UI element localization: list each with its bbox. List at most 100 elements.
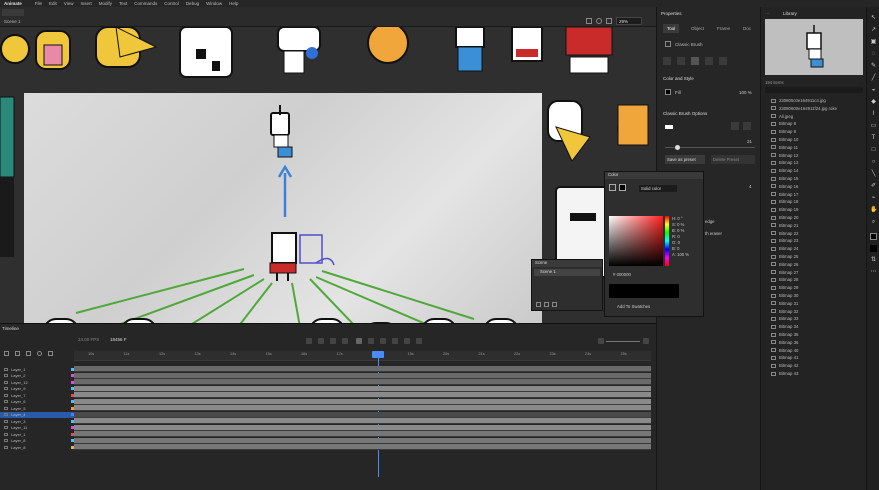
play-icon[interactable] <box>416 338 422 344</box>
menu-window[interactable]: Window <box>206 1 222 6</box>
library-item[interactable]: Bitmap 34 <box>771 323 865 330</box>
scene-label[interactable]: Scene 1 <box>4 19 21 24</box>
text-tool-icon[interactable]: T <box>870 135 877 142</box>
frame-row[interactable] <box>74 366 651 373</box>
library-item[interactable]: Bitmap 20 <box>771 214 865 221</box>
current-frame[interactable]: 18456 <box>110 337 123 342</box>
library-item[interactable]: Bitmap 19 <box>771 206 865 213</box>
library-item[interactable]: Bitmap 9 <box>771 128 865 135</box>
size-value[interactable]: 31 <box>747 139 752 144</box>
fill-swatch[interactable] <box>665 89 671 95</box>
subselection-tool-icon[interactable]: ↗ <box>870 27 877 34</box>
clip-icon[interactable] <box>586 18 592 24</box>
tab-tool[interactable]: Tool <box>663 24 680 33</box>
option-value[interactable]: 4 <box>749 184 752 189</box>
fill-color-swatch[interactable] <box>619 184 626 191</box>
new-folder-icon[interactable] <box>15 351 20 356</box>
zoom-in-timeline-icon[interactable] <box>643 338 649 344</box>
frame-row[interactable] <box>74 385 651 392</box>
library-item[interactable]: Bitmap 43 <box>771 370 865 377</box>
brush-options-header[interactable]: Classic Brush Options <box>663 111 707 116</box>
delete-layer-icon[interactable] <box>26 351 31 356</box>
scene-panel-header[interactable]: Scene <box>532 260 602 267</box>
delete-scene-icon[interactable] <box>552 302 557 307</box>
layer-row[interactable]: Layer_7 <box>0 392 74 398</box>
layer-row[interactable]: Layer_2 <box>0 373 74 379</box>
red-value[interactable]: 0 <box>677 234 679 239</box>
fill-tool-icon[interactable]: ◆ <box>870 99 877 106</box>
library-item[interactable]: Bitmap 17 <box>771 191 865 198</box>
menu-debug[interactable]: Debug <box>186 1 199 6</box>
save-preset-button[interactable]: Save as preset <box>665 155 705 164</box>
menu-modify[interactable]: Modify <box>99 1 112 6</box>
selection-tool-icon[interactable]: ↖ <box>870 15 877 22</box>
hex-input[interactable]: 000000 <box>617 272 631 277</box>
stroke-color-swatch[interactable] <box>609 184 616 191</box>
library-item[interactable]: 23080600e164911f24.jpg roke <box>771 105 865 112</box>
onion-outline-icon[interactable] <box>330 338 336 344</box>
frame-row[interactable] <box>74 398 651 405</box>
alpha-value[interactable]: 100 % <box>677 252 689 257</box>
color-panel-header[interactable]: Color <box>605 172 703 179</box>
library-item[interactable]: Bitmap 27 <box>771 269 865 276</box>
library-item[interactable]: Bitmap 29 <box>771 284 865 291</box>
brush-mode-5-icon[interactable] <box>719 57 727 65</box>
library-item[interactable]: Bitmap 33 <box>771 315 865 322</box>
frame-row[interactable] <box>74 372 651 379</box>
color-field[interactable] <box>609 216 663 266</box>
fps-display[interactable]: 24.00 FPS <box>78 337 99 342</box>
document-tab[interactable] <box>2 9 24 16</box>
brightness-value[interactable]: 0 % <box>677 228 684 233</box>
tab-frame[interactable]: Frame <box>717 26 730 31</box>
layer-row[interactable]: Layer_4 <box>0 411 74 418</box>
library-item[interactable]: Bitmap 10 <box>771 136 865 143</box>
pencil-tool-icon[interactable]: ✐ <box>870 183 877 190</box>
layer-row[interactable]: Layer_6 <box>0 399 74 405</box>
current-frame-display[interactable]: 18456 F <box>110 337 127 342</box>
delete-preset-button[interactable]: Delete Preset <box>711 155 755 164</box>
brush-mode-2-icon[interactable] <box>677 57 685 65</box>
layer-row[interactable]: Layer_9 <box>0 386 74 392</box>
free-transform-icon[interactable]: ▣ <box>870 39 877 46</box>
menu-edit[interactable]: Edit <box>49 1 57 6</box>
show-all-icon[interactable] <box>37 351 42 356</box>
edit-toolbar-icon[interactable]: ⋯ <box>870 269 877 276</box>
library-item[interactable]: Bitmap 22 <box>771 230 865 237</box>
frame-row[interactable] <box>74 437 651 444</box>
layer-row[interactable]: Layer_1 <box>0 366 74 372</box>
library-item[interactable]: Bitmap 25 <box>771 253 865 260</box>
library-item[interactable]: Bitmap 32 <box>771 308 865 315</box>
loop-icon[interactable] <box>306 338 312 344</box>
layer-row[interactable]: Layer_5 <box>0 405 74 411</box>
fps-value[interactable]: 24.00 <box>78 337 89 342</box>
menu-help[interactable]: Help <box>229 1 238 6</box>
frame-row[interactable] <box>74 418 651 425</box>
green-value[interactable]: 0 <box>678 240 680 245</box>
size-slider-handle[interactable] <box>675 145 680 150</box>
step-back-icon[interactable] <box>368 338 374 344</box>
brush-mode-1-icon[interactable] <box>663 57 671 65</box>
library-item[interactable]: Bitmap 42 <box>771 362 865 369</box>
lasso-tool-icon[interactable]: ◌ <box>870 51 877 58</box>
stage-canvas[interactable] <box>24 93 542 323</box>
brush-mode-3-icon[interactable] <box>691 57 699 65</box>
saturation-value[interactable]: 0 % <box>677 222 684 227</box>
frame-row[interactable] <box>74 424 651 431</box>
stroke-color-icon[interactable] <box>870 233 877 240</box>
menu-commands[interactable]: Commands <box>134 1 157 6</box>
zoom-out-timeline-icon[interactable] <box>598 338 604 344</box>
library-tab-inactive[interactable]: ⋯ <box>765 11 770 17</box>
eraser-tool-icon[interactable]: ▭ <box>870 123 877 130</box>
library-item[interactable]: 230805c0e164911c4.jpg <box>771 97 865 104</box>
rotate-icon[interactable] <box>606 18 612 24</box>
layer-row[interactable]: Layer_8 <box>0 444 74 450</box>
goto-first-icon[interactable] <box>356 338 362 344</box>
add-to-swatches-button[interactable]: Add To Swatches <box>617 304 650 309</box>
hue-value[interactable]: 0 ° <box>677 216 682 221</box>
library-item[interactable]: Bitmap 8 <box>771 120 865 127</box>
add-brush-icon[interactable] <box>731 122 739 130</box>
library-item[interactable]: Bitmap 18 <box>771 198 865 205</box>
library-title[interactable]: Library <box>783 11 797 16</box>
library-item[interactable]: Bitmap 13 <box>771 159 865 166</box>
color-style-header[interactable]: Color and Style <box>663 76 694 81</box>
